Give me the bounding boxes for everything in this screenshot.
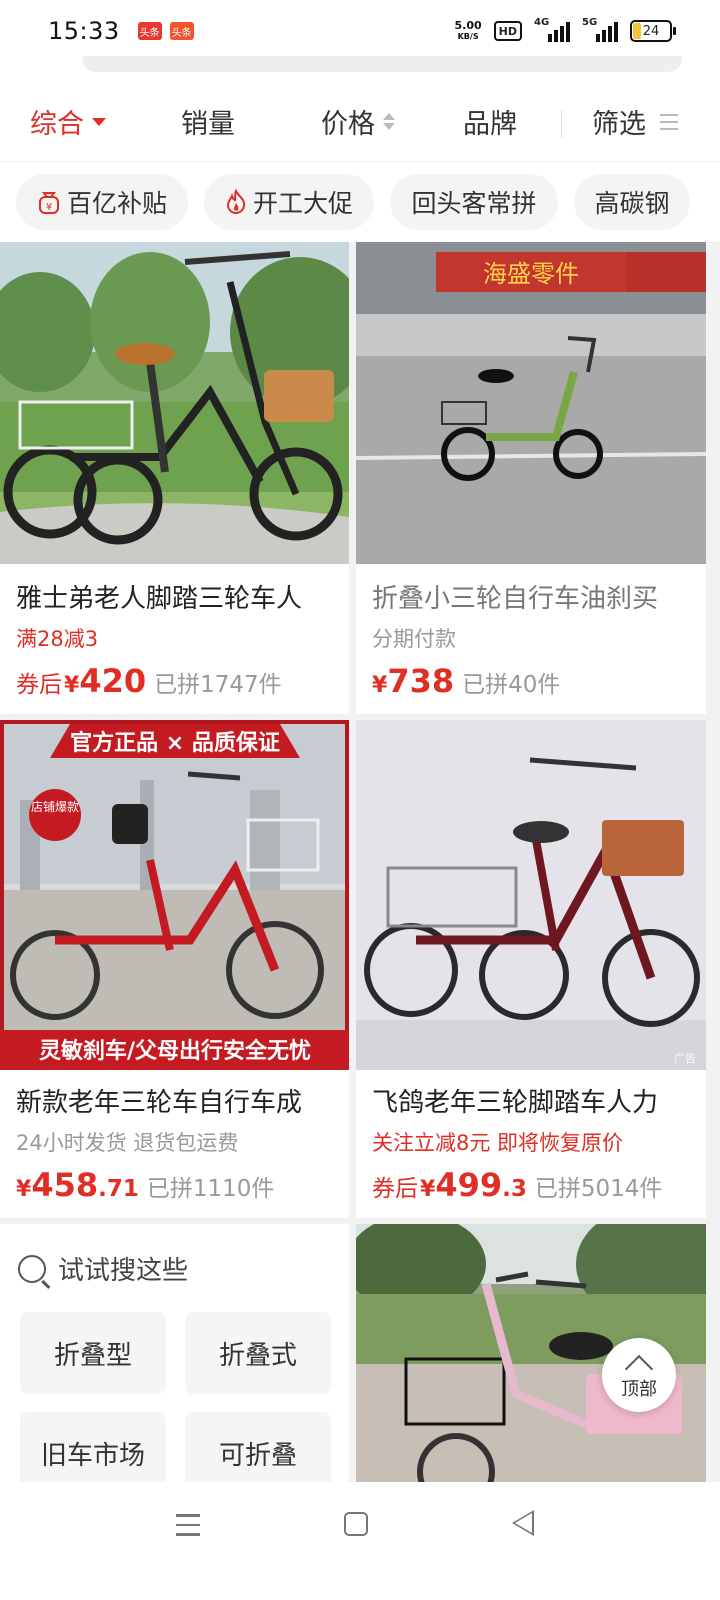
product-tag: 24小时发货 退货包运费 — [16, 1131, 239, 1155]
sort-sales[interactable]: 销量 — [181, 102, 235, 141]
product-image[interactable] — [0, 242, 349, 564]
sort-filter[interactable]: 筛选 — [592, 102, 678, 141]
chip-promo-label: 开工大促 — [252, 189, 353, 218]
try-search-panel: 试试搜这些 折叠型 折叠式 旧车市场 可折叠 — [0, 1224, 349, 1494]
shop-sign-text: 海盛零件 — [483, 260, 579, 288]
product-card[interactable]: 官方正品 × 品质保证 店铺爆款 灵敏刹车/父母出行安全无忧 新款老年三轮车自行… — [0, 720, 349, 1218]
hd-badge: HD — [493, 21, 522, 41]
product-card[interactable]: 广告 飞鸽老年三轮脚踏车人力 关注立减8元 即将恢复原价 券后 ¥ 499 .3… — [356, 720, 706, 1218]
sold-count: 已拼1110件 — [146, 1176, 275, 1202]
chip-high-carbon-steel-label: 高碳钢 — [594, 189, 670, 218]
battery-icon: 24 — [630, 20, 676, 42]
price: 738 — [387, 662, 455, 700]
sort-sales-label: 销量 — [181, 109, 235, 140]
product-tag: 满28减3 — [16, 627, 99, 651]
product-tag: 分期付款 — [372, 627, 456, 651]
sort-price[interactable]: 价格 — [321, 102, 395, 141]
sort-brand-label: 品牌 — [463, 109, 517, 140]
price: 420 — [79, 662, 147, 700]
suggestion-chip[interactable]: 折叠型 — [20, 1312, 166, 1394]
price-decimal: .71 — [98, 1176, 139, 1202]
status-bar: 15:33 头条 头条 5.00 KB/S HD 4G 5G 24 — [0, 0, 720, 62]
price-prefix: 券后 — [16, 672, 62, 698]
divider — [561, 110, 562, 138]
filter-icon — [660, 113, 678, 130]
ad-label: 广告 — [674, 1052, 696, 1065]
price-row: ¥ 458 .71 已拼1110件 — [16, 1166, 274, 1204]
toutiao-app-icon: 头条 — [137, 22, 162, 40]
price-row: 券后 ¥ 420 已拼1747件 — [16, 662, 282, 700]
net-speed-unit: KB/S — [457, 32, 479, 41]
price-prefix: 券后 — [372, 1176, 418, 1202]
product-tag: 关注立减8元 即将恢复原价 — [372, 1131, 624, 1155]
status-time: 15:33 — [48, 17, 120, 45]
sort-toggle-icon — [383, 113, 395, 130]
net-speed: 5.00 KB/S — [455, 20, 482, 42]
currency-symbol: ¥ — [372, 673, 388, 698]
chip-subsidy-label: 百亿补贴 — [66, 189, 167, 218]
sort-filter-label: 筛选 — [592, 109, 646, 140]
home-icon[interactable] — [344, 1512, 368, 1536]
currency-symbol: ¥ — [16, 1177, 32, 1202]
banner-bottom: 灵敏刹车/父母出行安全无忧 — [39, 1038, 311, 1064]
product-title: 新款老年三轮车自行车成 — [16, 1088, 303, 1118]
currency-symbol: ¥ — [420, 1177, 436, 1202]
hot-badge: 店铺爆款 — [31, 800, 79, 814]
price-row: 券后 ¥ 499 .3 已拼5014件 — [372, 1166, 662, 1204]
banner-top: 官方正品 × 品质保证 — [70, 730, 280, 756]
status-app-icons: 头条 头条 — [137, 22, 194, 40]
back-to-top-button[interactable]: 顶部 — [602, 1338, 676, 1412]
net-speed-value: 5.00 — [454, 19, 482, 32]
status-right: 5.00 KB/S HD 4G 5G 24 — [455, 17, 676, 42]
search-bar[interactable] — [82, 56, 682, 72]
signal-5g-icon: 5G — [582, 17, 618, 42]
signal-5g-label: 5G — [582, 17, 598, 28]
price-row: ¥ 738 已拼40件 — [372, 662, 560, 700]
sold-count: 已拼40件 — [462, 672, 561, 698]
suggestion-chip[interactable]: 折叠式 — [185, 1312, 331, 1394]
chip-repeat-buyer-label: 回头客常拼 — [411, 189, 537, 218]
money-bag-icon: ¥ — [38, 192, 59, 214]
product-image[interactable]: 官方正品 × 品质保证 店铺爆款 灵敏刹车/父母出行安全无忧 — [0, 720, 349, 1070]
caret-down-icon — [92, 117, 106, 126]
try-search-title: 试试搜这些 — [58, 1256, 189, 1286]
svg-text:¥: ¥ — [46, 202, 52, 213]
product-card[interactable]: 雅士弟老人脚踏三轮车人 满28减3 券后 ¥ 420 已拼1747件 — [0, 242, 349, 714]
sold-count: 已拼5014件 — [534, 1176, 663, 1202]
product-image[interactable]: 广告 — [356, 720, 706, 1070]
sort-comprehensive[interactable]: 综合 — [30, 102, 106, 141]
product-image[interactable]: 海盛零件 — [356, 242, 706, 564]
system-nav-bar — [0, 1482, 720, 1600]
product-title: 折叠小三轮自行车油刹买 — [372, 584, 659, 614]
price: 458 — [31, 1166, 99, 1204]
sort-comprehensive-label: 综合 — [30, 109, 84, 140]
chip-promo[interactable]: 开工大促 — [204, 174, 374, 230]
sort-price-label: 价格 — [321, 109, 375, 140]
price: 499 — [435, 1166, 503, 1204]
sort-bar: 综合 销量 价格 品牌 筛选 — [0, 82, 720, 162]
toutiao-lite-app-icon: 头条 — [169, 22, 194, 40]
menu-icon[interactable] — [176, 1514, 200, 1536]
product-card[interactable]: 海盛零件 折叠小三轮自行车油刹买 分期付款 ¥ 738 已拼40件 — [356, 242, 706, 714]
chip-repeat-buyer[interactable]: 回头客常拼 — [390, 174, 558, 230]
product-title: 飞鸽老年三轮脚踏车人力 — [372, 1088, 659, 1118]
chip-subsidy[interactable]: ¥ 百亿补贴 — [16, 174, 188, 230]
currency-symbol: ¥ — [64, 673, 80, 698]
try-search-heading: 试试搜这些 — [18, 1250, 188, 1287]
signal-4g-label: 4G — [534, 17, 550, 28]
signal-4g-icon: 4G — [534, 17, 570, 42]
flame-icon — [226, 189, 246, 215]
battery-level: 24 — [642, 23, 660, 39]
search-icon — [18, 1254, 46, 1283]
back-icon[interactable] — [512, 1510, 534, 1536]
quick-filter-chips: ¥ 百亿补贴 开工大促 回头客常拼 高碳钢 — [0, 162, 720, 242]
chip-high-carbon-steel[interactable]: 高碳钢 — [574, 174, 690, 230]
price-decimal: .3 — [502, 1176, 527, 1202]
sold-count: 已拼1747件 — [154, 672, 282, 698]
sort-brand[interactable]: 品牌 — [463, 102, 517, 141]
product-title: 雅士弟老人脚踏三轮车人 — [16, 584, 303, 614]
